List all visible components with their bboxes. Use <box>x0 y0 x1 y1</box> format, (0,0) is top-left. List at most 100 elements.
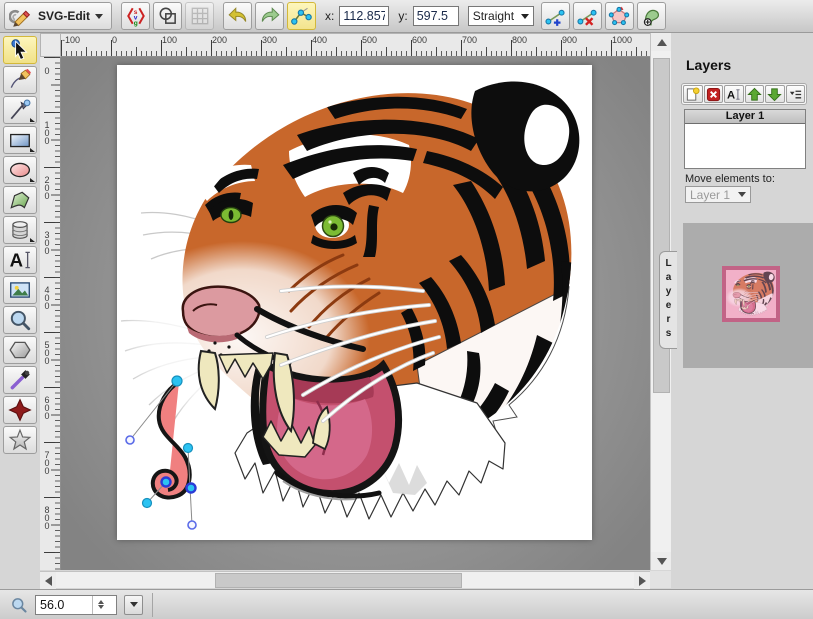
zoom-level-field <box>35 595 117 615</box>
ruler-label: 300 <box>262 35 277 45</box>
chevron-down-icon <box>95 14 103 19</box>
y-label: y: <box>398 9 407 23</box>
redo-button[interactable] <box>255 2 284 30</box>
add-subpath-button[interactable] <box>637 2 666 30</box>
shape-tool-icon <box>8 398 32 422</box>
path-node-selected[interactable] <box>187 484 196 493</box>
svg-canvas[interactable] <box>117 65 592 540</box>
ruler-label: 600 <box>412 35 427 45</box>
path-node-selected[interactable] <box>162 478 171 487</box>
zoom-level-input[interactable] <box>36 598 92 612</box>
zoom-tool-button[interactable] <box>3 306 37 334</box>
control-handle[interactable] <box>126 436 134 444</box>
layer-row-selected[interactable]: Layer 1 <box>685 110 805 124</box>
ruler-label: 100 <box>162 35 177 45</box>
svg-edit-window: SVG-Edit s v g <box>0 0 813 619</box>
delete-layer-button[interactable] <box>704 85 724 103</box>
pencil-tool-button[interactable] <box>3 66 37 94</box>
layer-menu-button[interactable] <box>786 85 806 103</box>
move-elements-value: Layer 1 <box>690 188 732 202</box>
zoom-preset-dropdown[interactable] <box>124 595 143 615</box>
scroll-down-arrow[interactable] <box>651 552 672 570</box>
polygon-tool-button[interactable] <box>3 336 37 364</box>
drawing-thumbnail[interactable] <box>722 266 780 322</box>
layers-panel-title: Layers <box>686 57 731 73</box>
text-tool-button[interactable]: A <box>3 246 37 274</box>
left-toolbar: A <box>0 33 40 589</box>
add-node-button[interactable] <box>541 2 570 30</box>
svg-text:g: g <box>133 20 137 27</box>
ruler-label: 2 0 0 <box>42 176 52 200</box>
text-tool-icon: A <box>8 248 32 272</box>
status-separator <box>152 593 153 617</box>
grid-icon <box>189 5 211 27</box>
horizontal-scrollbar[interactable] <box>40 571 650 588</box>
star-tool-button[interactable] <box>3 426 37 454</box>
layer-list[interactable]: Layer 1 <box>684 109 806 169</box>
ellipse-tool-button[interactable] <box>3 156 37 184</box>
workspace[interactable] <box>61 57 650 570</box>
ruler-label: -100 <box>62 35 80 45</box>
layers-panel-tab[interactable]: Layers <box>659 251 677 349</box>
main-menu-button[interactable]: SVG-Edit <box>4 2 112 30</box>
shape-tool-button[interactable] <box>3 396 37 424</box>
layers-tab-label: Layers <box>663 258 674 342</box>
top-toolbar: SVG-Edit s v g <box>0 0 813 33</box>
x-coordinate-input[interactable] <box>339 6 389 26</box>
edit-path-button[interactable] <box>287 2 316 30</box>
preview-area <box>683 223 813 368</box>
move-layer-up-button[interactable] <box>745 85 765 103</box>
path-tool-button[interactable] <box>3 186 37 214</box>
undo-icon <box>227 5 249 27</box>
close-path-button[interactable] <box>605 2 634 30</box>
scroll-left-arrow[interactable] <box>40 572 56 589</box>
delete-layer-icon <box>706 87 721 102</box>
path-tool-icon <box>8 188 32 212</box>
ruler-label: 5 0 0 <box>42 341 52 365</box>
ruler-label: 1 0 0 <box>42 121 52 145</box>
grid-button[interactable] <box>185 2 214 30</box>
star-tool-icon <box>8 428 32 452</box>
path-node[interactable] <box>172 376 182 386</box>
image-tool-icon <box>8 278 32 302</box>
rename-layer-button[interactable]: A <box>724 85 744 103</box>
move-elements-select[interactable]: Layer 1 <box>685 186 751 203</box>
line-tool-icon <box>8 98 32 122</box>
eyedropper-tool-button[interactable] <box>3 366 37 394</box>
line-tool-button[interactable] <box>3 96 37 124</box>
control-handle[interactable] <box>188 521 196 529</box>
ruler-label: 6 0 0 <box>42 396 52 420</box>
layers-sidebar: Layers A <box>671 33 813 589</box>
rectangle-tool-button[interactable] <box>3 126 37 154</box>
thumbnail-tiger-image <box>726 270 776 318</box>
path-node[interactable] <box>184 444 193 453</box>
ruler-label: 7 0 0 <box>42 451 52 475</box>
shape-library-button[interactable] <box>3 216 37 244</box>
close-path-icon <box>608 5 630 27</box>
scroll-right-arrow[interactable] <box>634 572 650 589</box>
select-tool-icon <box>8 38 32 62</box>
chevron-down-icon <box>738 192 746 197</box>
svg-text:A: A <box>727 89 735 101</box>
select-tool-button[interactable] <box>3 36 37 64</box>
horizontal-scroll-thumb[interactable] <box>215 573 462 588</box>
delete-node-button[interactable] <box>573 2 602 30</box>
shape-library-icon <box>8 218 32 242</box>
move-layer-down-icon <box>767 87 782 102</box>
wireframe-button[interactable] <box>153 2 182 30</box>
image-tool-button[interactable] <box>3 276 37 304</box>
source-code-button[interactable]: s v g <box>121 2 150 30</box>
undo-button[interactable] <box>223 2 252 30</box>
x-label: x: <box>325 9 334 23</box>
wireframe-icon <box>157 5 179 27</box>
path-node[interactable] <box>143 499 152 508</box>
new-layer-button[interactable] <box>683 85 703 103</box>
zoom-spinner[interactable] <box>92 596 108 614</box>
move-layer-down-button[interactable] <box>765 85 785 103</box>
new-layer-icon <box>685 87 700 102</box>
scroll-up-arrow[interactable] <box>651 33 672 51</box>
rename-layer-icon: A <box>726 87 741 102</box>
y-coordinate-input[interactable] <box>413 6 459 26</box>
ruler-corner <box>40 33 61 57</box>
segment-type-select[interactable]: Straight <box>468 6 534 26</box>
